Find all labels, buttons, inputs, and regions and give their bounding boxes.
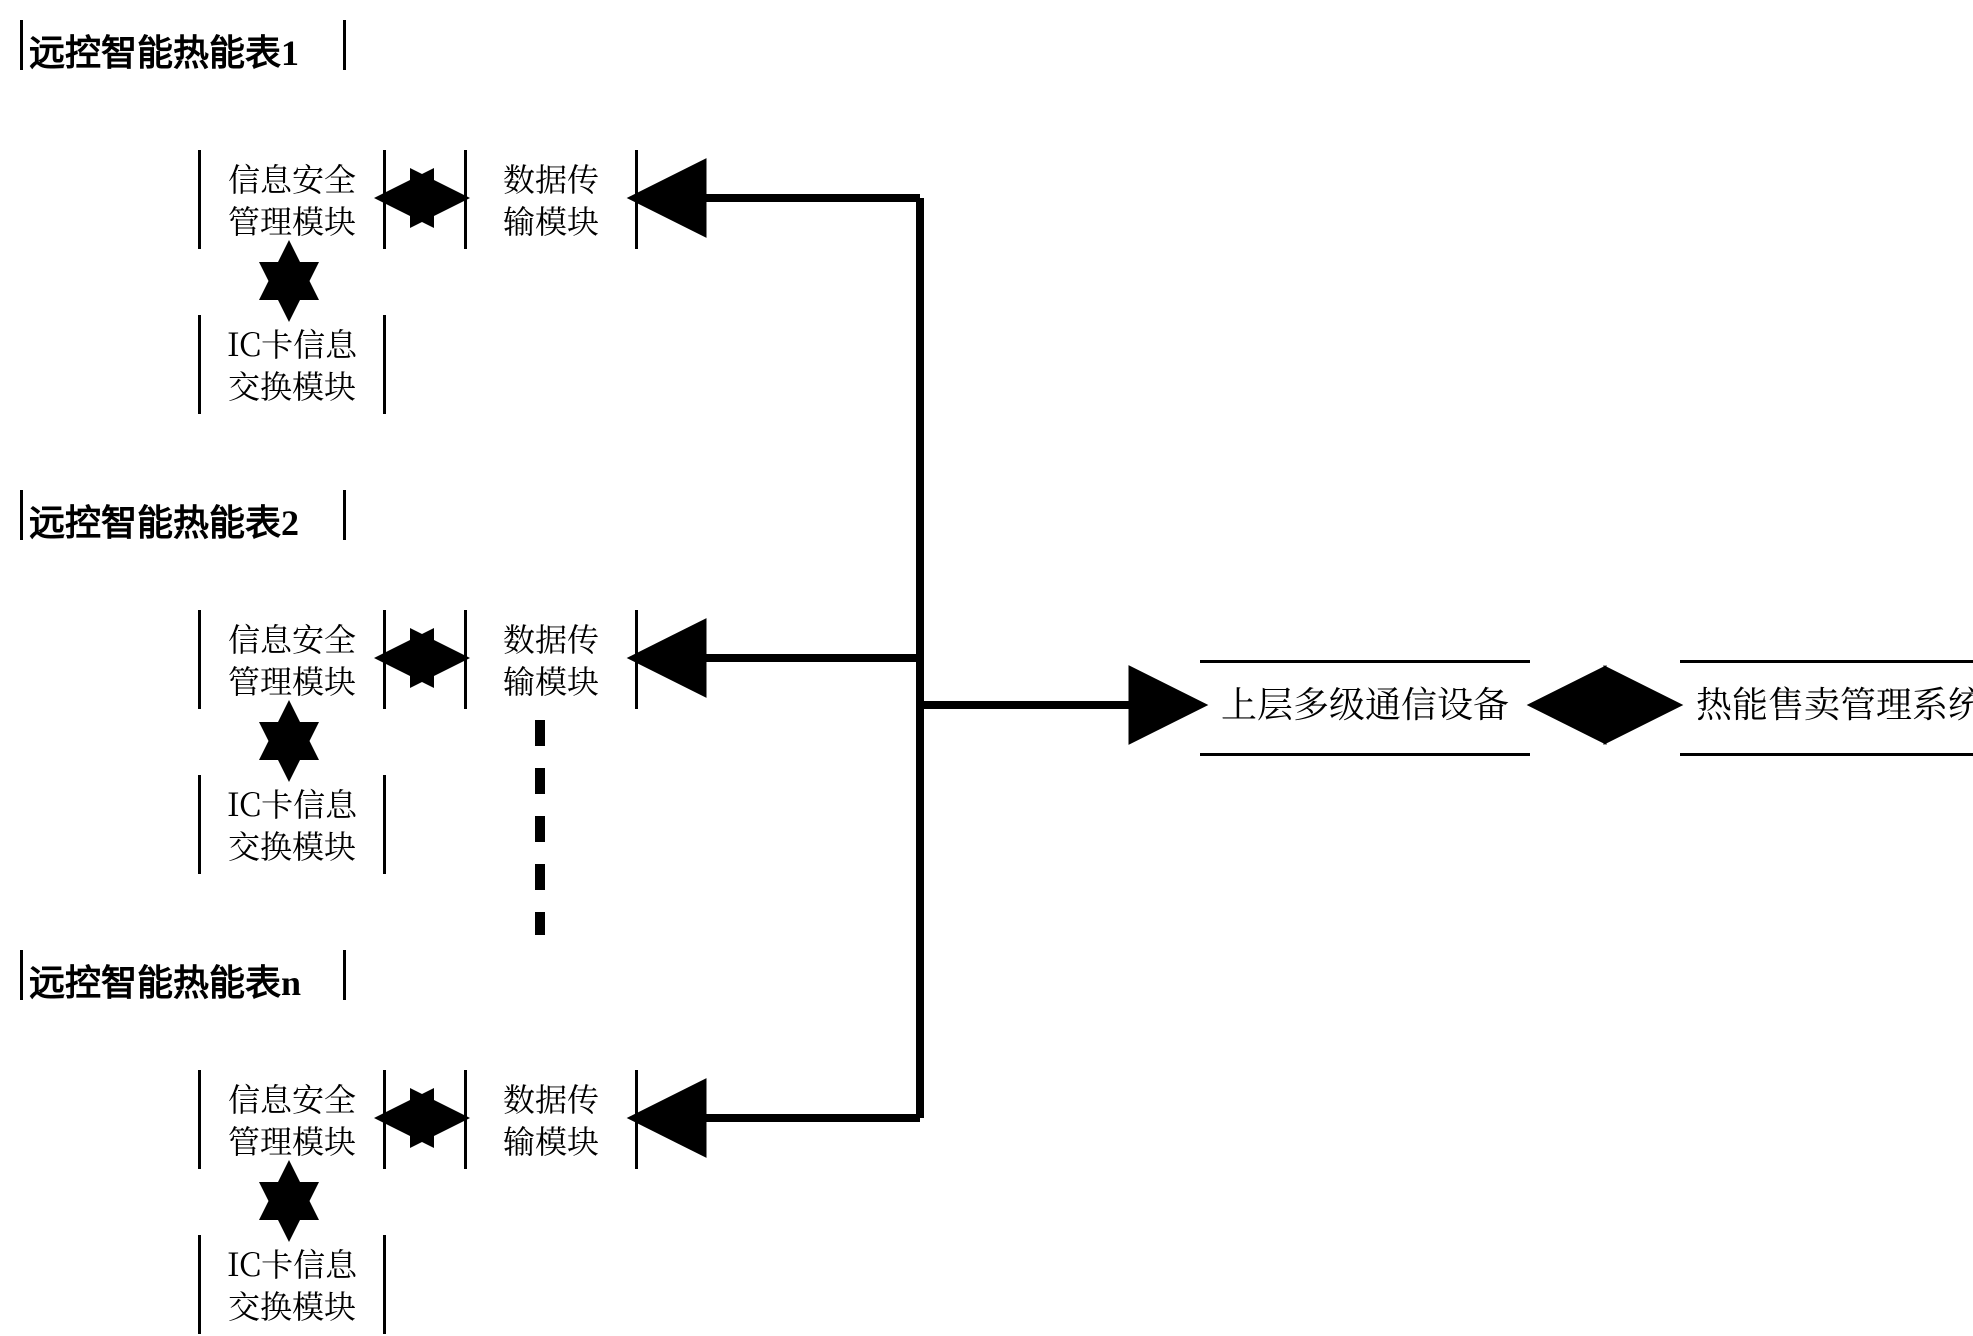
meter2-ic-label: IC卡信息 交换模块 [227, 780, 357, 868]
meter1-title-box: 远控智能热能表1 [20, 20, 346, 70]
meterN-title: 远控智能热能表n [29, 954, 301, 1006]
meter1-data-module: 数据传 输模块 [464, 150, 638, 249]
meterN-security-module: 信息安全 管理模块 [198, 1070, 386, 1169]
meter2-data-label: 数据传 输模块 [503, 615, 599, 703]
meter2-title-box: 远控智能热能表2 [20, 490, 346, 540]
meterN-data-label: 数据传 输模块 [503, 1075, 599, 1163]
meterN-ic-label: IC卡信息 交换模块 [227, 1240, 357, 1328]
meter2-security-label: 信息安全 管理模块 [228, 615, 356, 703]
comm-label: 上层多级通信设备 [1221, 677, 1509, 728]
meter2-security-module: 信息安全 管理模块 [198, 610, 386, 709]
meterN-security-label: 信息安全 管理模块 [228, 1075, 356, 1163]
mgmt-label: 热能售卖管理系统 [1696, 677, 1973, 728]
meter2-title: 远控智能热能表2 [29, 494, 299, 546]
meter1-security-module: 信息安全 管理模块 [198, 150, 386, 249]
meter1-security-label: 信息安全 管理模块 [228, 155, 356, 243]
meter2-data-module: 数据传 输模块 [464, 610, 638, 709]
meterN-data-module: 数据传 输模块 [464, 1070, 638, 1169]
meter1-title: 远控智能热能表1 [29, 24, 299, 76]
comm-box: 上层多级通信设备 [1200, 660, 1530, 756]
meter1-ic-label: IC卡信息 交换模块 [227, 320, 357, 408]
diagram-canvas: 远控智能热能表1 信息安全 管理模块 数据传 输模块 IC卡信息 交换模块 远控… [0, 0, 1973, 1336]
meterN-ic-module: IC卡信息 交换模块 [198, 1235, 386, 1334]
mgmt-box: 热能售卖管理系统 [1680, 660, 1973, 756]
meterN-title-box: 远控智能热能表n [20, 950, 346, 1000]
meter2-ic-module: IC卡信息 交换模块 [198, 775, 386, 874]
meter1-data-label: 数据传 输模块 [503, 155, 599, 243]
meter1-ic-module: IC卡信息 交换模块 [198, 315, 386, 414]
